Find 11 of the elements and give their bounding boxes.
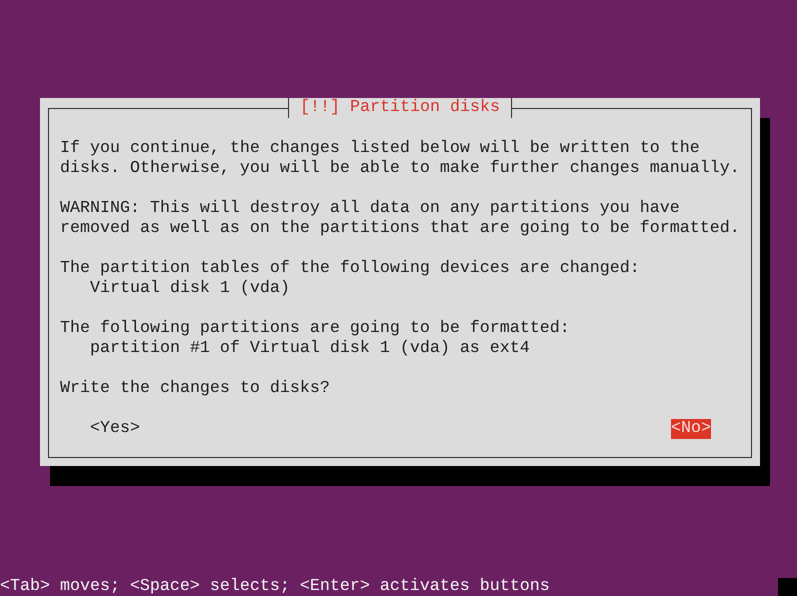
- dialog-title: [!!] Partition disks: [288, 98, 512, 118]
- dialog-text: The partition tables of the following devices are changed:: [60, 259, 641, 279]
- dialog-text: The following partitions are going to be formatted:: [60, 319, 571, 339]
- cursor-icon: [778, 578, 797, 596]
- dialog-text: If you continue, the changes listed below will be written to the disks. Otherwise, you will be able to make further changes manually.: [60, 139, 740, 179]
- list-item: partition #1 of Virtual disk 1 (vda) as ext4: [88, 339, 531, 359]
- key-hint-text: <Tab> moves; <Space> selects; <Enter> activates buttons: [0, 578, 550, 596]
- list-item: Virtual disk 1 (vda): [88, 279, 291, 299]
- dialog-button[interactable]: <Yes>: [90, 419, 140, 439]
- dialog-text: Write the changes to disks?: [60, 379, 331, 399]
- dialog-text: WARNING: This will destroy all data on any partitions you have removed as well as on the partitions that are going to be formatted.: [60, 199, 740, 239]
